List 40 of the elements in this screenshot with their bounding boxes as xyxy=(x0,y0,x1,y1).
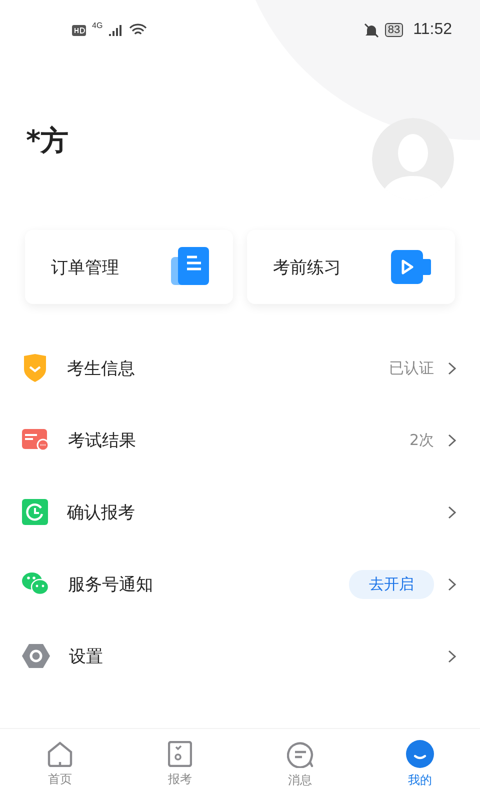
chevron-right-icon xyxy=(448,434,456,446)
document-icon xyxy=(171,247,209,287)
tab[interactable]: 消息 xyxy=(240,729,360,800)
message-icon xyxy=(286,740,314,768)
menu-item[interactable]: 设置 xyxy=(69,644,448,668)
hd-icon xyxy=(72,24,86,36)
menu-item[interactable]: 确认报考 xyxy=(67,500,448,524)
status-text: 已认证 xyxy=(389,358,434,378)
network-type: 4G xyxy=(92,20,103,30)
tab[interactable]: 首页 xyxy=(0,729,120,800)
battery-level: 83 xyxy=(384,23,404,37)
menu-item[interactable]: 服务号通知 xyxy=(68,572,349,596)
clock-icon xyxy=(22,499,48,525)
wifi-icon xyxy=(128,23,147,37)
chevron-right-icon xyxy=(448,650,456,662)
card-label: 订单管理 xyxy=(51,256,119,278)
form-icon xyxy=(168,741,192,767)
menu-item[interactable]: 考生信息 xyxy=(67,356,389,380)
chat-bubbles-icon xyxy=(22,572,49,596)
home-icon xyxy=(47,741,73,767)
chevron-right-icon xyxy=(448,578,456,590)
shortcut-card[interactable]: 考前练习 xyxy=(247,230,455,304)
video-camera-icon xyxy=(391,250,431,284)
tab[interactable]: 报考 xyxy=(120,729,240,800)
signal-icon xyxy=(108,24,123,36)
result-card-icon xyxy=(22,429,49,451)
bell-off-icon xyxy=(364,22,379,38)
status-text: 2次 xyxy=(409,430,434,450)
user-name: *方 xyxy=(26,123,69,159)
shield-check-icon xyxy=(22,353,48,383)
chevron-right-icon xyxy=(448,506,456,518)
smile-icon xyxy=(406,740,434,768)
chevron-right-icon xyxy=(448,362,456,374)
tab[interactable]: 我的 xyxy=(360,729,480,800)
shortcut-card[interactable]: 订单管理 xyxy=(25,230,233,304)
settings-icon xyxy=(22,643,50,669)
card-label: 考前练习 xyxy=(273,256,341,278)
menu-item[interactable]: 考试结果 xyxy=(68,428,410,452)
clock-time: 11:52 xyxy=(413,21,452,39)
enable-button[interactable]: 去开启 xyxy=(349,570,434,598)
